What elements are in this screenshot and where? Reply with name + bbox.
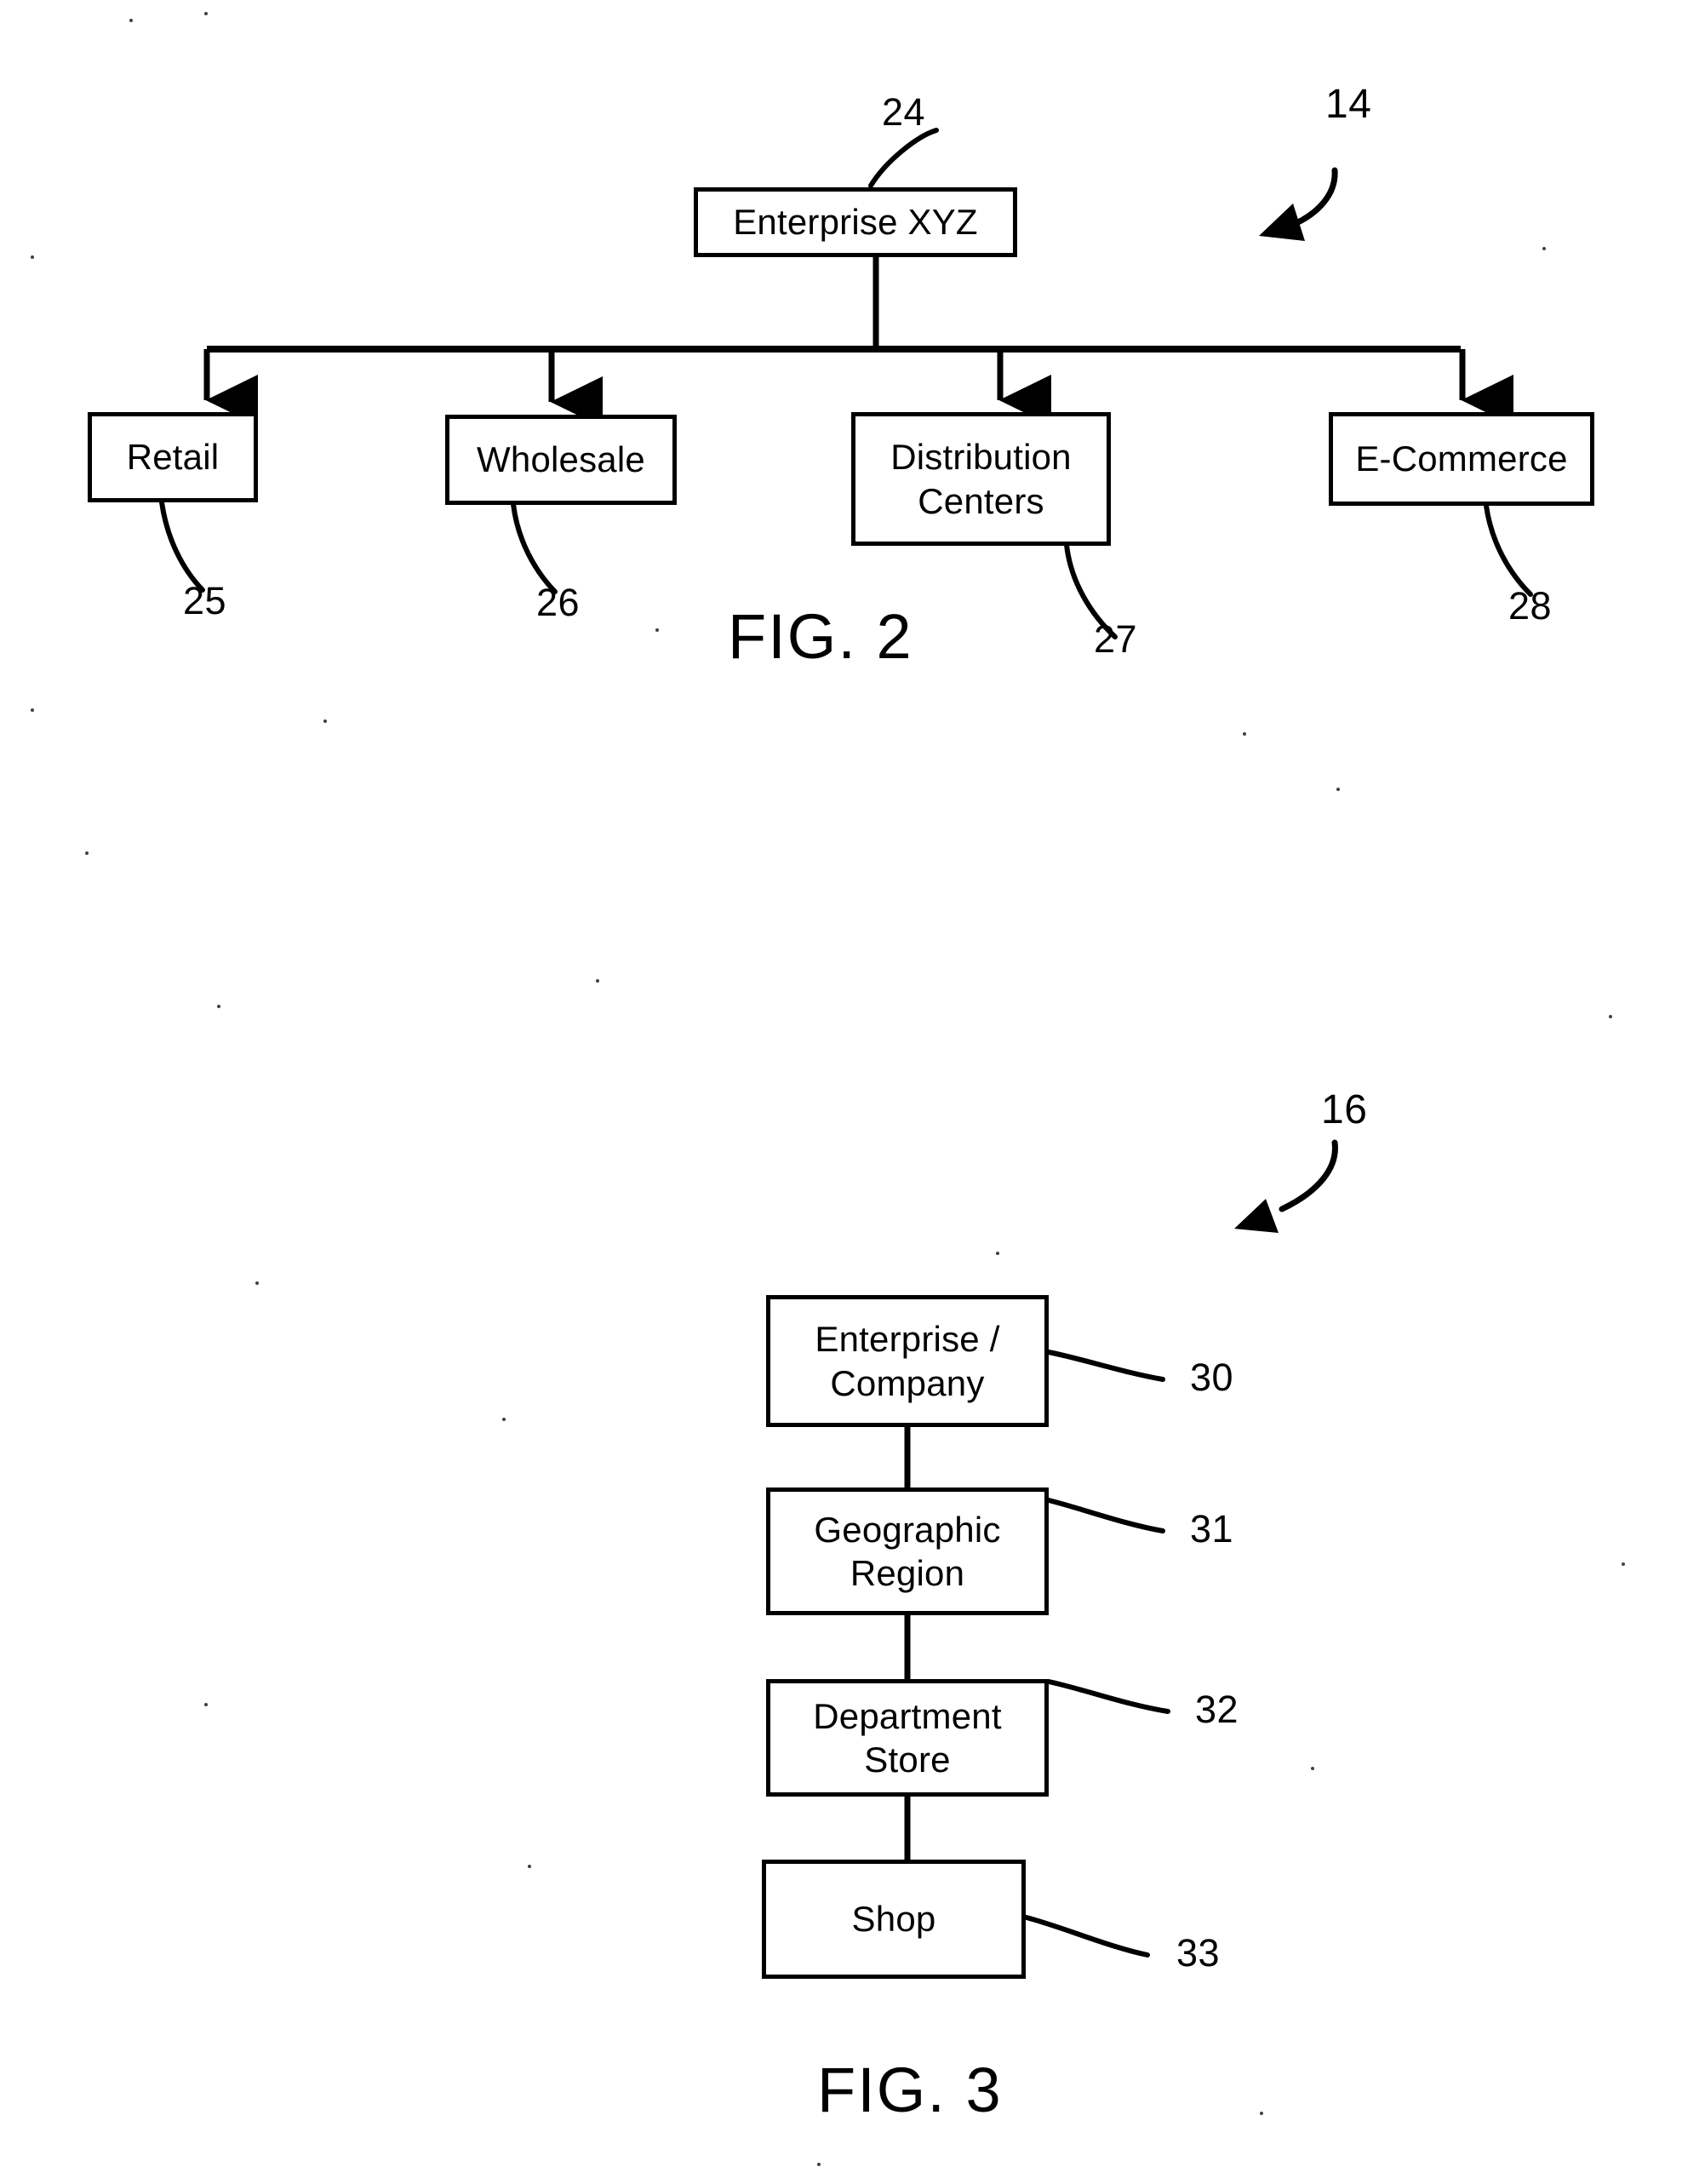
node-label: Retail <box>126 437 220 478</box>
scan-speck <box>31 255 34 259</box>
scan-speck <box>1311 1767 1314 1770</box>
node-e-commerce: E-Commerce <box>1329 412 1594 506</box>
node-enterprise-company: Enterprise / Company <box>766 1295 1049 1427</box>
ref-numeral-27: 27 <box>1094 617 1138 661</box>
ref-numeral-25: 25 <box>183 579 227 622</box>
ref-numeral-26: 26 <box>536 581 581 624</box>
leader-line-32 <box>1046 1679 1170 1714</box>
figure-pointer-14-head <box>1259 203 1305 241</box>
scan-speck <box>1542 247 1546 250</box>
scan-speck <box>1336 788 1340 791</box>
ref-numeral-28: 28 <box>1508 584 1553 628</box>
figure-caption-fig3: FIG. 3 <box>817 2055 1003 2125</box>
ref-numeral-16: 16 <box>1321 1087 1368 1132</box>
node-label: Geographic Region <box>814 1509 1001 1593</box>
scan-speck <box>204 12 208 15</box>
scan-speck <box>1609 1015 1612 1018</box>
scan-speck <box>1622 1562 1625 1566</box>
node-label: Enterprise / Company <box>815 1319 1000 1403</box>
node-retail: Retail <box>88 412 258 502</box>
figure-pointer-14 <box>1287 167 1338 229</box>
leader-line-26 <box>511 502 558 594</box>
node-label: Shop <box>851 1899 936 1940</box>
figure-pointer-16-head <box>1234 1199 1279 1233</box>
scan-speck <box>217 1005 220 1008</box>
node-label: Enterprise XYZ <box>733 202 978 243</box>
figure-pointer-16 <box>1279 1139 1338 1212</box>
ref-numeral-33: 33 <box>1176 1931 1221 1975</box>
figure-caption-fig2: FIG. 2 <box>728 601 913 672</box>
node-label: Distribution Centers <box>890 437 1072 521</box>
scan-speck <box>502 1418 506 1421</box>
scan-speck <box>85 851 89 855</box>
node-label: Department Store <box>813 1695 1002 1780</box>
scan-speck <box>1243 732 1246 736</box>
scan-speck <box>528 1865 531 1868</box>
node-label: E-Commerce <box>1355 439 1568 479</box>
scan-speck <box>129 19 133 22</box>
leader-line-31 <box>1046 1498 1165 1533</box>
scan-speck <box>204 1703 208 1706</box>
ref-numeral-24: 24 <box>882 90 926 134</box>
node-label: Wholesale <box>477 439 645 480</box>
leader-line-25 <box>159 500 205 593</box>
scan-speck <box>655 628 659 632</box>
node-department-store: Department Store <box>766 1679 1049 1797</box>
node-shop: Shop <box>762 1860 1026 1979</box>
scan-speck <box>323 719 327 723</box>
leader-line-24 <box>868 128 939 188</box>
ref-numeral-30: 30 <box>1190 1356 1234 1399</box>
leader-line-33 <box>1021 1914 1150 1958</box>
node-geographic-region: Geographic Region <box>766 1488 1049 1615</box>
node-wholesale: Wholesale <box>445 415 677 505</box>
ref-numeral-14: 14 <box>1325 82 1372 127</box>
scan-speck <box>817 2163 821 2166</box>
ref-numeral-31: 31 <box>1190 1507 1234 1551</box>
node-enterprise-xyz: Enterprise XYZ <box>694 187 1017 257</box>
scan-speck <box>255 1281 259 1285</box>
node-distribution-centers: Distribution Centers <box>851 412 1111 546</box>
diagram-lines-layer <box>159 128 1533 1958</box>
scan-speck <box>31 708 34 712</box>
leader-line-30 <box>1046 1350 1165 1382</box>
ref-numeral-32: 32 <box>1195 1688 1239 1731</box>
scan-speck <box>596 979 599 983</box>
scan-speck <box>1260 2112 1263 2115</box>
patent-drawing-sheet: Enterprise XYZ Retail Wholesale Distribu… <box>0 0 1682 2184</box>
leader-line-28 <box>1484 503 1533 597</box>
scan-speck <box>996 1252 999 1255</box>
